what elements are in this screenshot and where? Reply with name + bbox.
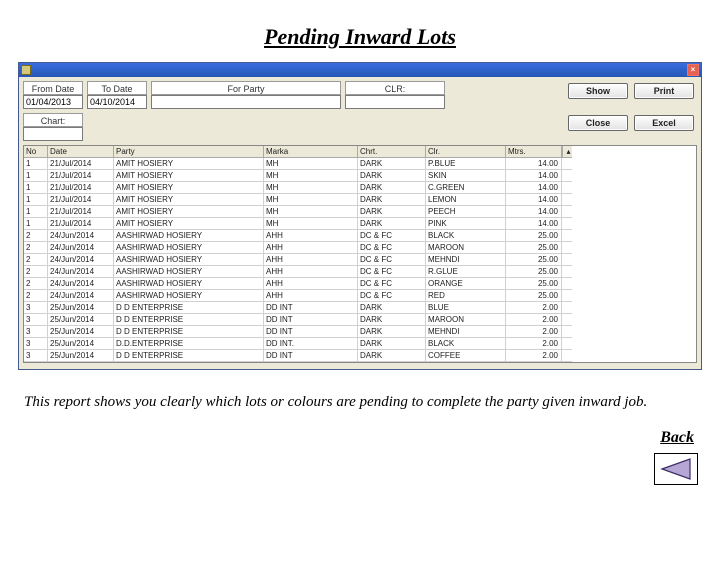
table-row[interactable]: 121/Jul/2014AMIT HOSIERYMHDARKLEMON14.00 <box>24 194 696 206</box>
col-date[interactable]: Date <box>48 146 114 158</box>
clr-input[interactable] <box>345 95 445 109</box>
print-button[interactable]: Print <box>634 83 694 99</box>
table-row[interactable]: 224/Jun/2014AASHIRWAD HOSIERYAHHDC & FCM… <box>24 242 696 254</box>
table-row[interactable]: 325/Jun/2014D D ENTERPRISEDD INTDARKMARO… <box>24 314 696 326</box>
report-grid: No Date Party Marka Chrt. Clr. Mtrs. ▴ 1… <box>23 145 697 363</box>
table-row[interactable]: 224/Jun/2014AASHIRWAD HOSIERYAHHDC & FCR… <box>24 266 696 278</box>
from-date-label: From Date <box>23 81 83 95</box>
page-title: Pending Inward Lots <box>0 24 720 50</box>
clr-label: CLR: <box>345 81 445 95</box>
for-party-input[interactable] <box>151 95 341 109</box>
table-row[interactable]: 224/Jun/2014AASHIRWAD HOSIERYAHHDC & FCB… <box>24 230 696 242</box>
table-row[interactable]: 325/Jun/2014D D ENTERPRISEDD INTDARKMEHN… <box>24 326 696 338</box>
col-mtrs[interactable]: Mtrs. <box>506 146 562 158</box>
col-marka[interactable]: Marka <box>264 146 358 158</box>
grid-header: No Date Party Marka Chrt. Clr. Mtrs. ▴ <box>24 146 696 158</box>
grid-body: 121/Jul/2014AMIT HOSIERYMHDARKP.BLUE14.0… <box>24 158 696 362</box>
titlebar: × <box>19 63 701 77</box>
excel-button[interactable]: Excel <box>634 115 694 131</box>
table-row[interactable]: 121/Jul/2014AMIT HOSIERYMHDARKC.GREEN14.… <box>24 182 696 194</box>
from-date-input[interactable] <box>23 95 83 109</box>
chart-label: Chart: <box>23 113 83 127</box>
app-icon <box>21 65 31 75</box>
close-button[interactable]: Close <box>568 115 628 131</box>
table-row[interactable]: 325/Jun/2014D D ENTERPRISEDD INTDARKCOFF… <box>24 350 696 362</box>
page-caption: This report shows you clearly which lots… <box>24 394 696 411</box>
table-row[interactable]: 325/Jun/2014D.D.ENTERPRISEDD INT.DARKBLA… <box>24 338 696 350</box>
back-link[interactable]: Back <box>0 429 694 447</box>
col-party[interactable]: Party <box>114 146 264 158</box>
table-row[interactable]: 121/Jul/2014AMIT HOSIERYMHDARKP.BLUE14.0… <box>24 158 696 170</box>
col-no[interactable]: No <box>24 146 48 158</box>
table-row[interactable]: 224/Jun/2014AASHIRWAD HOSIERYAHHDC & FCR… <box>24 290 696 302</box>
filter-panel: From Date To Date For Party CLR: Show Pr… <box>19 77 701 143</box>
col-clr[interactable]: Clr. <box>426 146 506 158</box>
table-row[interactable]: 325/Jun/2014D D ENTERPRISEDD INTDARKBLUE… <box>24 302 696 314</box>
scroll-up-icon[interactable]: ▴ <box>562 146 572 158</box>
table-row[interactable]: 224/Jun/2014AASHIRWAD HOSIERYAHHDC & FCM… <box>24 254 696 266</box>
show-button[interactable]: Show <box>568 83 628 99</box>
chart-input[interactable] <box>23 127 83 141</box>
table-row[interactable]: 121/Jul/2014AMIT HOSIERYMHDARKSKIN14.00 <box>24 170 696 182</box>
back-arrow-icon[interactable] <box>654 453 698 485</box>
to-date-label: To Date <box>87 81 147 95</box>
col-chrt[interactable]: Chrt. <box>358 146 426 158</box>
table-row[interactable]: 224/Jun/2014AASHIRWAD HOSIERYAHHDC & FCO… <box>24 278 696 290</box>
close-icon[interactable]: × <box>687 64 699 76</box>
table-row[interactable]: 121/Jul/2014AMIT HOSIERYMHDARKPEECH14.00 <box>24 206 696 218</box>
to-date-input[interactable] <box>87 95 147 109</box>
table-row[interactable]: 121/Jul/2014AMIT HOSIERYMHDARKPINK14.00 <box>24 218 696 230</box>
app-window: × From Date To Date For Party CLR: Show … <box>18 62 702 370</box>
for-party-label: For Party <box>151 81 341 95</box>
